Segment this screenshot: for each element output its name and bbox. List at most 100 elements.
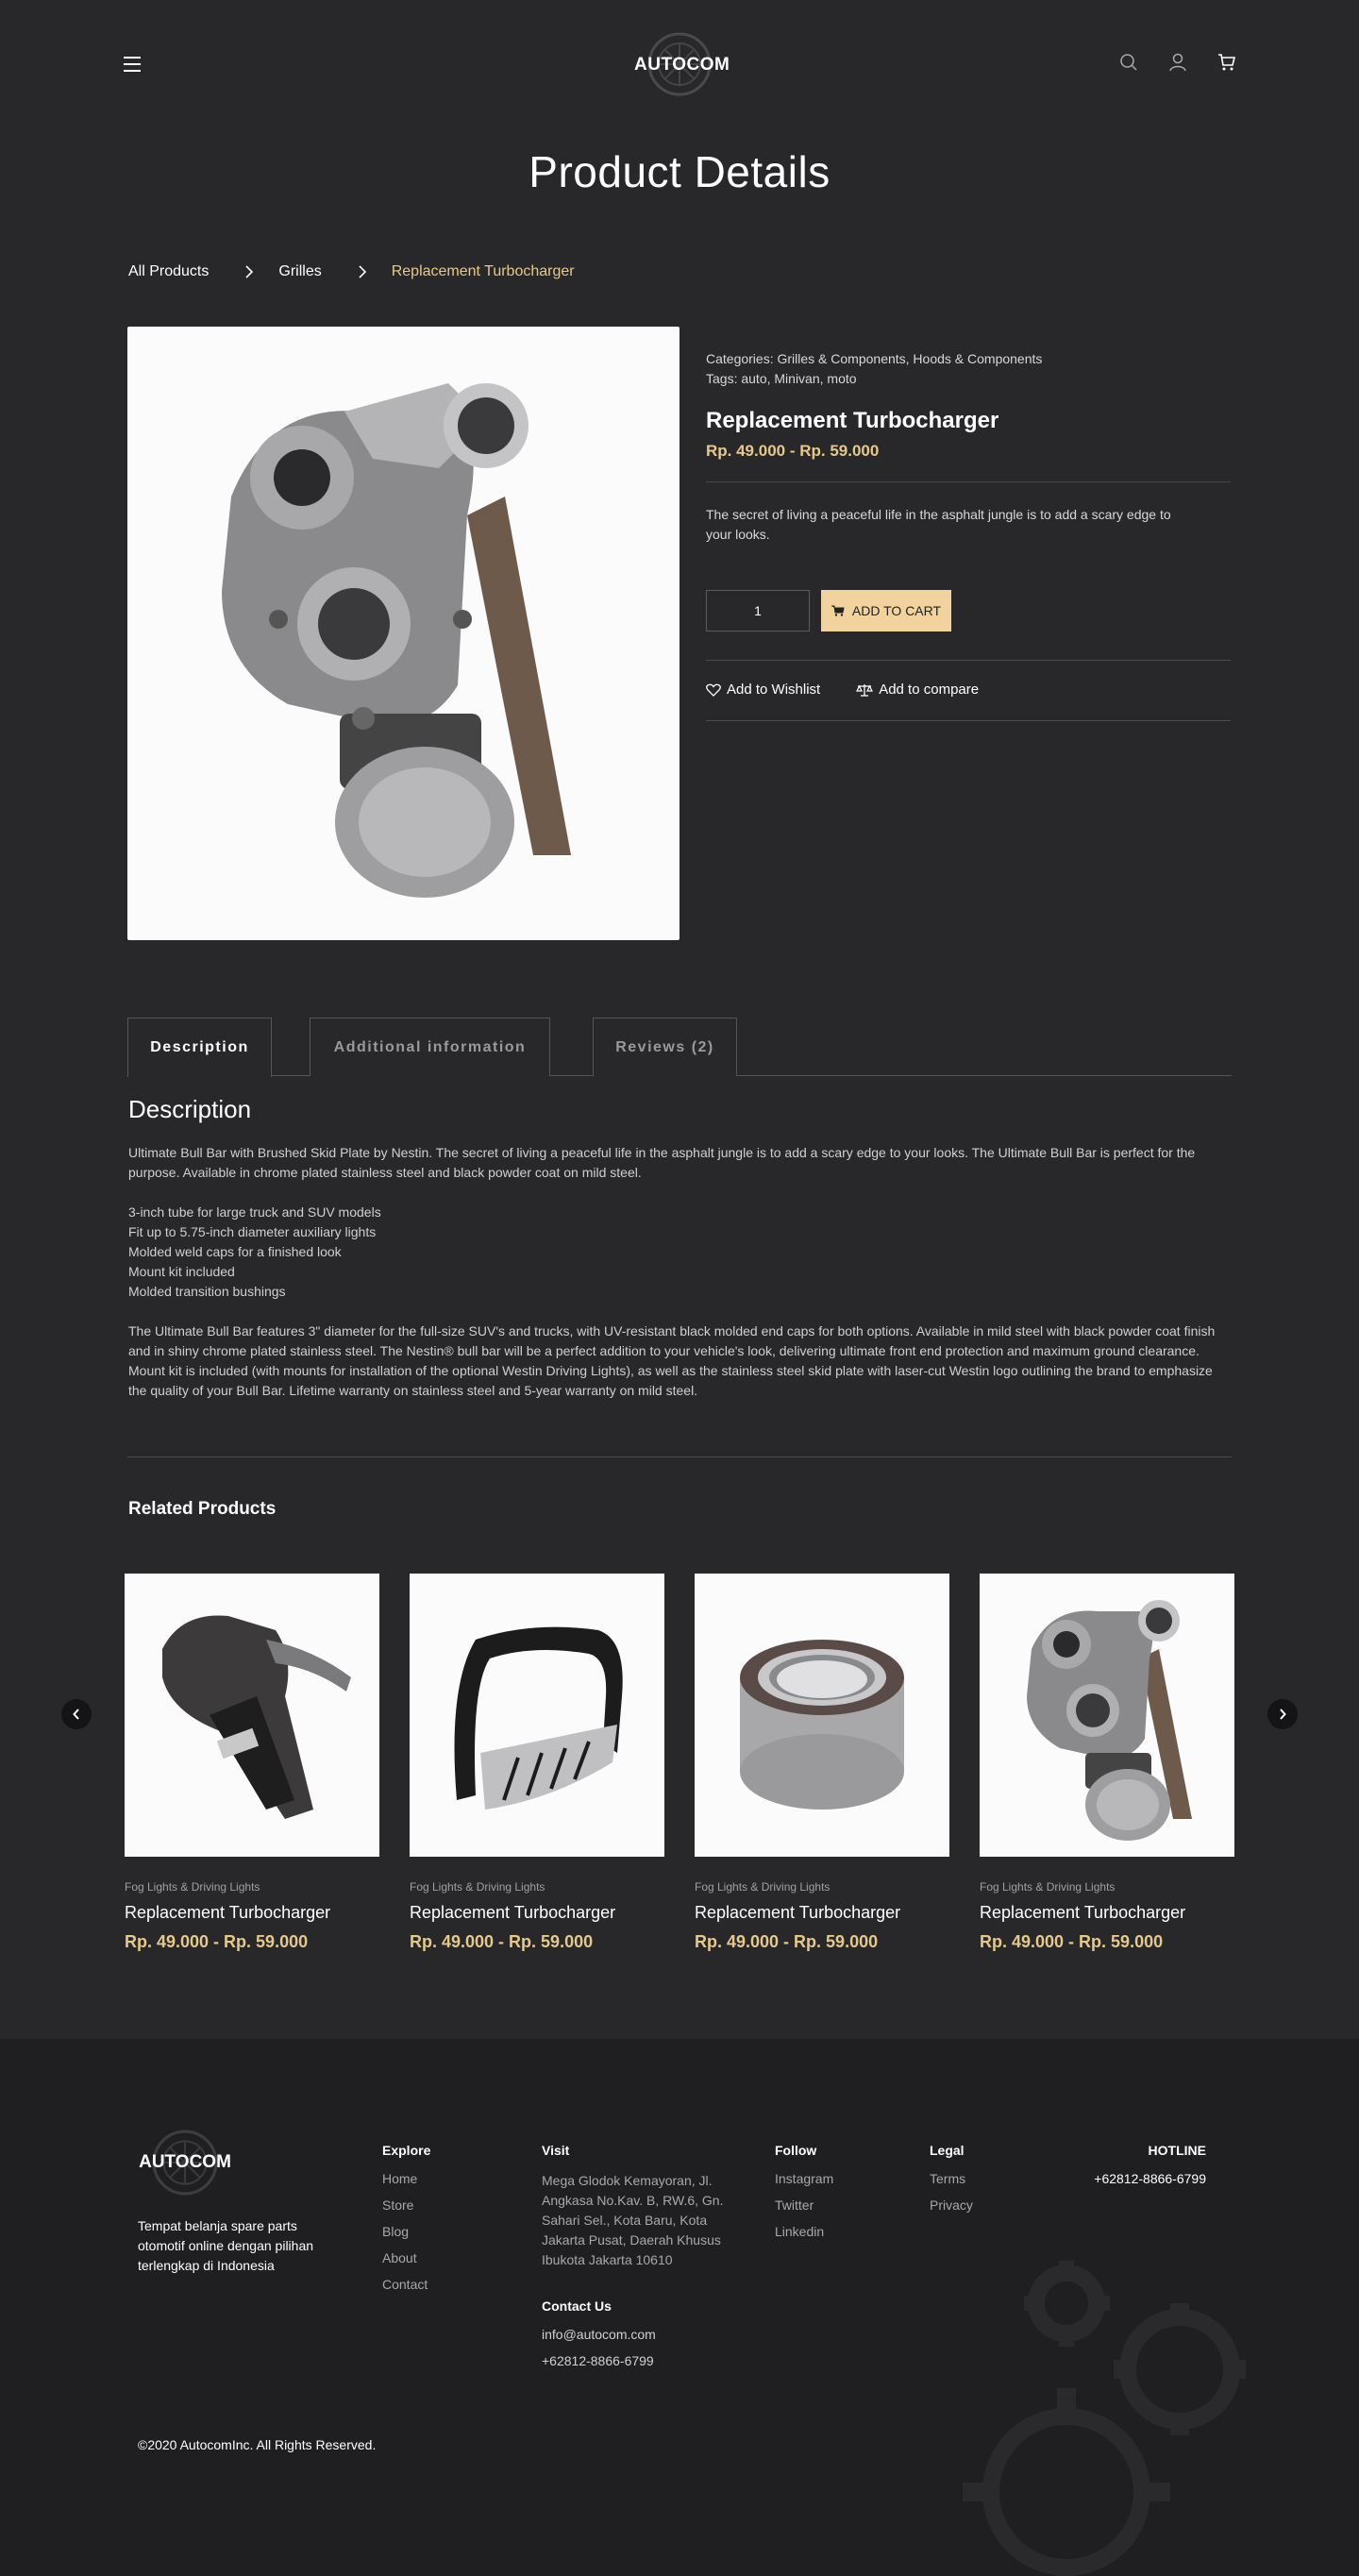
tab-reviews[interactable]: Reviews (2) (593, 1018, 737, 1076)
product-price: Rp. 49.000 - Rp. 59.000 (706, 442, 880, 460)
cart-icon (830, 605, 845, 616)
turbocharger-image (222, 383, 571, 898)
footer-heading: Follow (775, 2143, 817, 2158)
feature-item: Molded weld caps for a finished look (128, 1244, 342, 1259)
site-footer: AUTOCOM Tempat belanja spare parts otomo… (0, 2039, 1359, 2576)
product-name[interactable]: Replacement Turbocharger (695, 1903, 949, 1923)
footer-link-home[interactable]: Home (382, 2171, 430, 2186)
footer-link-store[interactable]: Store (382, 2197, 430, 2213)
footer-heading: HOTLINE (1148, 2143, 1206, 2158)
footer-link-blog[interactable]: Blog (382, 2224, 430, 2239)
product-category[interactable]: Fog Lights & Driving Lights (980, 1880, 1234, 1894)
related-product-card[interactable]: Fog Lights & Driving Lights Replacement … (125, 1574, 379, 1952)
related-product-card[interactable]: Fog Lights & Driving Lights Replacement … (695, 1574, 949, 1952)
related-products-title: Related Products (128, 1499, 277, 1519)
product-name: Replacement Turbocharger (706, 408, 999, 433)
footer-legal: Legal Terms Privacy (930, 2143, 973, 2224)
add-to-cart-label: ADD TO CART (851, 603, 942, 618)
heart-icon (706, 683, 721, 697)
footer-heading: Explore (382, 2143, 431, 2158)
description-details: The Ultimate Bull Bar features 3" diamet… (128, 1323, 1216, 1398)
scale-icon (856, 683, 874, 697)
product-price: Rp. 49.000 - Rp. 59.000 (695, 1932, 879, 1951)
copyright: ©2020 AutocomInc. All Rights Reserved. (138, 2437, 377, 2452)
footer-link-linkedin[interactable]: Linkedin (775, 2224, 833, 2239)
search-icon[interactable] (1119, 53, 1138, 72)
product-short-description: The secret of living a peaceful life in … (706, 507, 1171, 542)
product-price: Rp. 49.000 - Rp. 59.000 (980, 1932, 1164, 1951)
footer-link-privacy[interactable]: Privacy (930, 2197, 973, 2213)
add-to-wishlist-link[interactable]: Add to Wishlist (706, 682, 820, 698)
product-thumbnail[interactable] (695, 1574, 949, 1857)
product-tabs: Description Additional information Revie… (127, 1018, 1232, 1077)
product-info: Categories: Grilles & Components, Hoods … (706, 349, 1231, 721)
user-icon[interactable] (1168, 53, 1187, 72)
product-thumbnail[interactable] (410, 1574, 664, 1857)
chevron-right-icon (245, 265, 254, 278)
site-logo[interactable]: AUTOCOM (634, 32, 730, 96)
divider (127, 1456, 1232, 1457)
chevron-right-icon (1280, 1709, 1286, 1720)
related-product-card[interactable]: Fog Lights & Driving Lights Replacement … (410, 1574, 664, 1952)
wheel-bearing-image (740, 1640, 904, 1810)
divider (706, 720, 1231, 721)
product-name[interactable]: Replacement Turbocharger (410, 1903, 664, 1923)
cart-icon[interactable] (1217, 53, 1236, 72)
product-categories: Categories: Grilles & Components, Hoods … (706, 351, 1043, 366)
logo-text: AUTOCOM (139, 2152, 231, 2172)
breadcrumb-grilles[interactable]: Grilles (278, 263, 321, 280)
product-thumbnail[interactable] (980, 1574, 1234, 1857)
footer-phone[interactable]: +62812-8866-6799 (542, 2353, 730, 2368)
footer-tagline: Tempat belanja spare parts otomotif onli… (138, 2218, 314, 2273)
feature-item: Fit up to 5.75-inch diameter auxiliary l… (128, 1224, 377, 1239)
product-name[interactable]: Replacement Turbocharger (980, 1903, 1234, 1923)
product-name[interactable]: Replacement Turbocharger (125, 1903, 379, 1923)
footer-link-contact[interactable]: Contact (382, 2277, 430, 2292)
product-thumbnail[interactable] (125, 1574, 379, 1857)
breadcrumb-all-products[interactable]: All Products (128, 263, 209, 280)
footer-link-about[interactable]: About (382, 2250, 430, 2265)
feature-item: Molded transition bushings (128, 1284, 286, 1299)
footer-hotline: HOTLINE +62812-8866-6799 (1094, 2143, 1206, 2186)
carousel-next-button[interactable] (1267, 1699, 1298, 1729)
footer-address: Mega Glodok Kemayoran, Jl. Angkasa No.Ka… (542, 2173, 724, 2267)
tab-additional-information[interactable]: Additional information (310, 1018, 550, 1076)
product-image[interactable] (127, 327, 680, 940)
page-title: Product Details (528, 147, 830, 196)
quantity-input[interactable] (706, 590, 810, 631)
divider (706, 660, 1231, 661)
breadcrumb: All Products Grilles Replacement Turboch… (128, 263, 575, 280)
logo-text: AUTOCOM (634, 55, 730, 75)
hotline-phone[interactable]: +62812-8866-6799 (1094, 2171, 1206, 2186)
description-panel: Description Ultimate Bull Bar with Brush… (128, 1095, 1231, 1401)
carousel-prev-button[interactable] (61, 1699, 92, 1729)
footer-link-twitter[interactable]: Twitter (775, 2197, 833, 2213)
product-category[interactable]: Fog Lights & Driving Lights (125, 1880, 379, 1894)
menu-icon[interactable] (124, 57, 141, 72)
site-header: AUTOCOM (0, 0, 1359, 132)
related-product-card[interactable]: Fog Lights & Driving Lights Replacement … (980, 1574, 1234, 1952)
breadcrumb-current: Replacement Turbocharger (391, 263, 575, 279)
footer-email[interactable]: info@autocom.com (542, 2327, 730, 2342)
feature-item: Mount kit included (128, 1264, 235, 1279)
product-category[interactable]: Fog Lights & Driving Lights (410, 1880, 664, 1894)
footer-link-terms[interactable]: Terms (930, 2171, 973, 2186)
chevron-left-icon (73, 1709, 79, 1720)
divider (706, 481, 1231, 482)
footer-follow: Follow Instagram Twitter Linkedin (775, 2143, 833, 2250)
feature-item: 3-inch tube for large truck and SUV mode… (128, 1204, 381, 1220)
add-to-cart-button[interactable]: ADD TO CART (821, 590, 951, 631)
gears-decoration-icon (963, 2261, 1246, 2576)
footer-link-instagram[interactable]: Instagram (775, 2171, 833, 2186)
chevron-right-icon (359, 265, 366, 278)
product-price: Rp. 49.000 - Rp. 59.000 (410, 1932, 594, 1951)
add-to-compare-link[interactable]: Add to compare (856, 682, 979, 698)
description-intro: Ultimate Bull Bar with Brushed Skid Plat… (128, 1145, 1196, 1180)
air-intake-image (162, 1615, 351, 1819)
bull-bar-image (454, 1626, 623, 1810)
footer-logo[interactable]: AUTOCOM (138, 2130, 232, 2196)
footer-heading: Legal (930, 2143, 965, 2158)
product-category[interactable]: Fog Lights & Driving Lights (695, 1880, 949, 1894)
tab-description[interactable]: Description (127, 1018, 272, 1077)
description-heading: Description (128, 1095, 252, 1123)
